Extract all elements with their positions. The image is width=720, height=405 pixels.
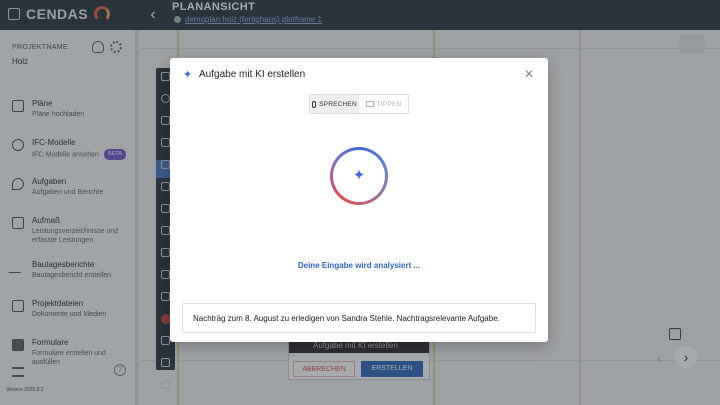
mode-speak-label: SPRECHEN [319, 100, 357, 108]
sparkle-icon: ✦ [352, 167, 366, 184]
mode-type-label: TIPPEN [376, 100, 402, 108]
analysis-status: Deine Eingabe wird analysiert ... [297, 261, 421, 270]
transcript-field: Nachträg zum 8. August zu erledigen von … [182, 303, 536, 333]
close-button[interactable]: ✕ [522, 67, 536, 81]
ai-processing-indicator: ✦ [330, 147, 388, 205]
dialog-title: Aufgabe mit KI erstellen [199, 69, 306, 80]
sparkle-icon: ✦ [183, 69, 193, 81]
mode-speak-button[interactable]: SPRECHEN [310, 95, 359, 113]
input-mode-toggle: SPRECHEN TIPPEN [309, 94, 409, 114]
microphone-icon [312, 100, 317, 108]
ai-task-dialog: ✦ Aufgabe mit KI erstellen ✕ SPRECHEN TI… [170, 58, 548, 342]
keyboard-icon [365, 101, 374, 107]
mode-type-button[interactable]: TIPPEN [359, 95, 408, 113]
